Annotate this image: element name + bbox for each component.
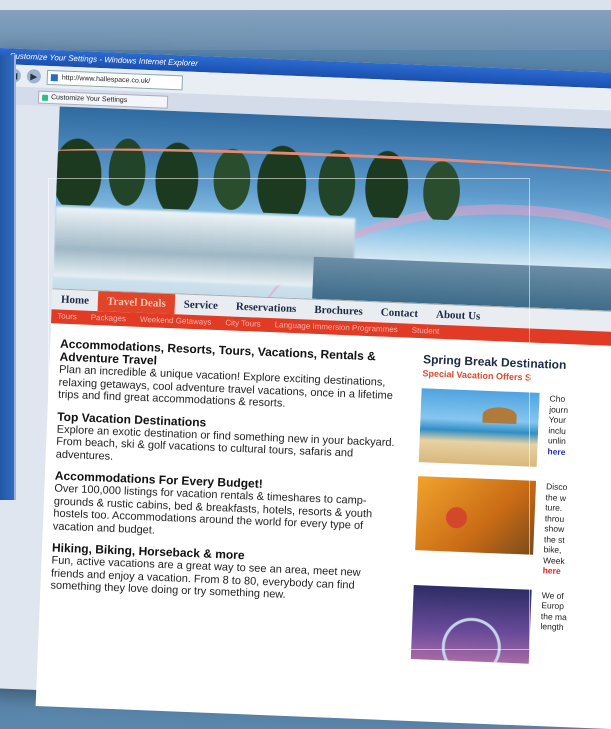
promo-line: unlin — [547, 435, 567, 447]
promo-text: Cho journ Your inclu unlin here — [547, 393, 569, 468]
hiker-photo[interactable] — [415, 476, 537, 555]
nav-contact[interactable]: Contact — [371, 302, 427, 324]
url-field[interactable]: http://www.hallespace.co.uk/ — [46, 69, 184, 90]
subnav-city-tours[interactable]: City Tours — [225, 316, 261, 331]
forward-button[interactable]: ▶ — [26, 69, 42, 84]
header-banner-image — [52, 106, 611, 312]
subnav-packages[interactable]: Packages — [91, 311, 127, 326]
promo-line: journ — [549, 403, 569, 415]
waterfall-graphic — [52, 206, 356, 289]
desktop-top-bar — [0, 0, 611, 10]
promo-text: Disco the w ture. throu show the st bike… — [543, 481, 568, 576]
web-page: Home Travel Deals Service Reservations B… — [35, 106, 611, 729]
promo-line: length — [540, 621, 564, 633]
promo-text: We of Europ the ma length — [539, 590, 568, 665]
promo-line: inclu — [548, 424, 567, 436]
desktop-background-top — [0, 0, 611, 50]
promo-line: bike, — [543, 544, 562, 555]
blue-side-panel-edge — [14, 55, 16, 500]
nav-brochures[interactable]: Brochures — [305, 299, 372, 322]
promo-item: Cho journ Your inclu unlin here — [418, 388, 611, 470]
promo-link[interactable]: here — [547, 446, 566, 457]
promo-link[interactable]: here — [543, 565, 565, 576]
promo-line: Cho — [549, 393, 566, 404]
promo-item: Disco the w ture. throu show the st bike… — [415, 476, 611, 579]
subnav-weekend-getaways[interactable]: Weekend Getaways — [140, 313, 212, 330]
subnav-tours[interactable]: Tours — [57, 310, 77, 325]
promo-line: ture. — [545, 502, 563, 513]
nav-home[interactable]: Home — [52, 289, 99, 311]
browser-window: Customize Your Settings - Windows Intern… — [0, 48, 611, 729]
promo-item: We of Europ the ma length — [411, 584, 611, 667]
blue-side-panel — [0, 55, 14, 500]
nav-about-us[interactable]: About Us — [427, 304, 490, 326]
subnav-student[interactable]: Student — [411, 324, 440, 339]
article-column: Accommodations, Resorts, Tours, Vacation… — [48, 337, 402, 672]
nav-service[interactable]: Service — [174, 294, 227, 316]
sidebar: Spring Break Destination Special Vacatio… — [389, 351, 611, 680]
promo-line: Europ — [541, 600, 565, 612]
promo-line: show — [544, 523, 565, 535]
beach-photo[interactable] — [418, 388, 540, 467]
main-content: Accommodations, Resorts, Tours, Vacation… — [38, 323, 611, 680]
promo-line: Disco — [545, 481, 568, 493]
ferris-wheel-photo[interactable] — [411, 584, 532, 664]
promo-line: Your — [548, 414, 567, 426]
browser-tab[interactable]: Customize Your Settings — [37, 90, 169, 109]
